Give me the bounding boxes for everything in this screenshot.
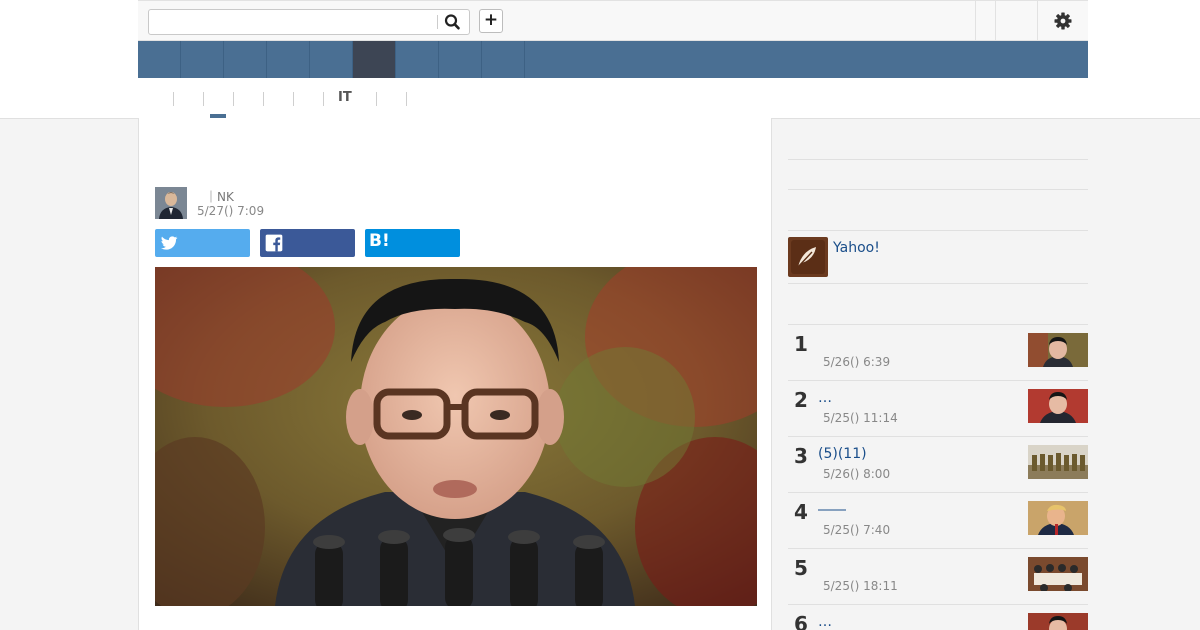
yahoo-author-icon[interactable]	[788, 237, 828, 277]
facebook-icon	[265, 234, 283, 252]
header-cell-2[interactable]	[995, 1, 1037, 40]
search-divider	[437, 15, 438, 29]
search-input[interactable]	[149, 10, 437, 34]
rank-thumbnail[interactable]	[1028, 557, 1088, 591]
rank-number: 3	[794, 444, 808, 468]
rank-title[interactable]: (5)(11)	[818, 446, 867, 462]
rank-date: 5/25() 7:40	[823, 523, 891, 537]
ranking-item[interactable]: 4 ―― 5/25() 7:40	[788, 493, 1088, 549]
nav-tab-2[interactable]	[181, 41, 224, 78]
rank-date: 5/25() 11:14	[823, 411, 898, 425]
header-bar: +	[138, 0, 1088, 41]
feather-icon	[791, 240, 825, 274]
rank-title[interactable]: …	[818, 614, 832, 630]
rank-date: 5/26() 8:00	[823, 467, 891, 481]
rank-thumbnail[interactable]	[1028, 333, 1088, 367]
nav-tab-4[interactable]	[267, 41, 310, 78]
hatena-bookmark-button[interactable]: B!	[365, 229, 460, 257]
search-button[interactable]	[443, 13, 463, 31]
settings-button[interactable]	[1053, 11, 1073, 31]
rank-thumbnail-image	[1028, 613, 1088, 630]
nav-tab-3[interactable]	[224, 41, 267, 78]
author-name[interactable]: ｜NK	[205, 188, 234, 205]
rank-thumbnail-image	[1028, 501, 1088, 535]
gear-icon	[1054, 12, 1072, 30]
subnav-divider	[233, 92, 234, 106]
hatena-icon: B!	[369, 231, 390, 251]
rank-number: 4	[794, 500, 808, 524]
category-nav	[138, 41, 1088, 78]
search-icon	[444, 14, 460, 30]
author-photo-image	[155, 187, 187, 219]
header-cell-1[interactable]	[975, 1, 995, 40]
ranking-item[interactable]: 2 … 5/25() 11:14	[788, 381, 1088, 437]
rank-thumbnail-image	[1028, 445, 1088, 479]
twitter-share-button[interactable]	[155, 229, 250, 257]
subnav-divider	[376, 92, 377, 106]
rank-thumbnail[interactable]	[1028, 389, 1088, 423]
rank-thumbnail[interactable]	[1028, 613, 1088, 630]
article-photo-image	[155, 267, 757, 606]
rank-number: 5	[794, 556, 808, 580]
ranking-item[interactable]: 5 5/25() 18:11	[788, 549, 1088, 605]
subnav-item-it[interactable]: IT	[338, 90, 352, 105]
article-date: 5/27() 7:09	[197, 204, 265, 218]
subnav-divider	[263, 92, 264, 106]
twitter-icon	[160, 236, 178, 250]
facebook-share-button[interactable]	[260, 229, 355, 257]
ranking-item[interactable]: 3 (5)(11) 5/26() 8:00	[788, 437, 1088, 493]
article-column: ｜NK 5/27() 7:09 B!	[138, 118, 772, 630]
add-button[interactable]: +	[479, 9, 503, 33]
search-box	[148, 9, 470, 35]
plus-icon: +	[483, 10, 499, 30]
yahoo-author-link[interactable]: Yahoo!	[833, 240, 880, 256]
subnav-divider	[203, 92, 204, 106]
sidebar: Yahoo! 1 5/26() 6:39 2 … 5/25() 11:14 3 …	[788, 118, 1088, 630]
subnav-divider	[406, 92, 407, 106]
rank-thumbnail-image	[1028, 557, 1088, 591]
rank-number: 6	[794, 612, 808, 630]
sidebar-rule	[788, 159, 1088, 160]
ranking-item[interactable]: 1 5/26() 6:39	[788, 325, 1088, 381]
subnav-divider	[293, 92, 294, 106]
nav-tab-1[interactable]	[138, 41, 181, 78]
rank-date: 5/25() 18:11	[823, 579, 898, 593]
nav-tab-7[interactable]	[396, 41, 439, 78]
rank-thumbnail[interactable]	[1028, 445, 1088, 479]
nav-tab-8[interactable]	[439, 41, 482, 78]
sidebar-rule	[788, 283, 1088, 284]
rank-thumbnail[interactable]	[1028, 501, 1088, 535]
author-avatar[interactable]	[155, 187, 187, 219]
rank-title[interactable]: …	[818, 390, 832, 406]
subnav-divider	[323, 92, 324, 106]
rank-date: 5/26() 6:39	[823, 355, 891, 369]
rank-number: 1	[794, 332, 808, 356]
nav-tab-9[interactable]	[482, 41, 525, 78]
rank-title[interactable]: ――	[818, 502, 846, 518]
sidebar-rule	[788, 189, 1088, 190]
sidebar-rule	[788, 230, 1088, 231]
article-photo	[155, 267, 757, 606]
nav-tab-active[interactable]	[353, 41, 396, 78]
rank-thumbnail-image	[1028, 389, 1088, 423]
ranking-item[interactable]: 6 …	[788, 605, 1088, 630]
rank-number: 2	[794, 388, 808, 412]
subnav-divider	[173, 92, 174, 106]
rank-thumbnail-image	[1028, 333, 1088, 367]
nav-tab-5[interactable]	[310, 41, 353, 78]
